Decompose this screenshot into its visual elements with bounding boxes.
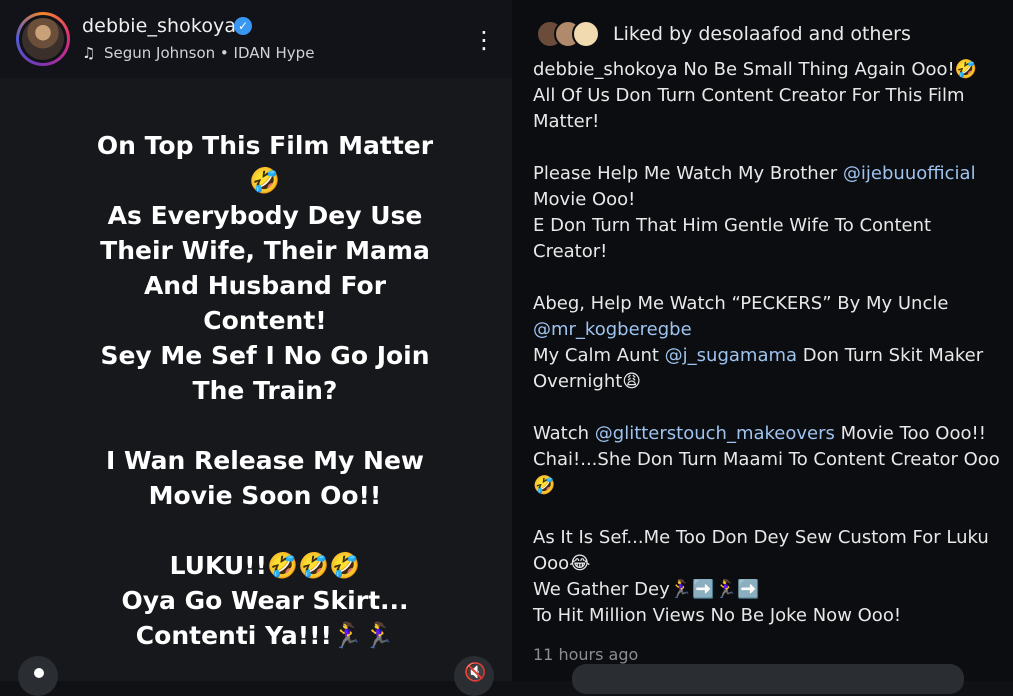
liked-by-text[interactable]: Liked by desolaafod and others (613, 23, 911, 45)
post-line-gap (40, 513, 490, 548)
mention-link[interactable]: @j_sugamama (665, 345, 797, 366)
verified-badge-icon: ✓ (234, 17, 252, 35)
caption-line: debbie_shokoya No Be Small Thing Again O… (533, 59, 978, 80)
post-line: I Wan Release My New (105, 446, 425, 475)
caption-line: Ooo😂 (533, 553, 591, 574)
post-line: Their Wife, Their Mama (100, 236, 430, 265)
music-attribution[interactable]: ♫ Segun Johnson • IDAN Hype (82, 44, 314, 62)
post-line: Oya Go Wear Skirt... (121, 586, 409, 615)
music-note-icon: ♫ (82, 44, 96, 62)
caption-line: We Gather Dey🏃‍♀️➡️🏃‍♀️➡️ (533, 579, 760, 600)
comment-input-bar[interactable] (572, 664, 964, 694)
post-line: LUKU!!🤣🤣🤣 (169, 551, 361, 580)
post-line: Movie Soon Oo!! (148, 481, 382, 510)
speaker-muted-icon: 🔇 (464, 662, 487, 683)
mention-link[interactable]: @glitterstouch_makeovers (595, 423, 835, 444)
caption-line: Watch @glitterstouch_makeovers Movie Too… (533, 421, 1003, 447)
caption-gap (533, 265, 1003, 291)
post-line: 🤣 (249, 166, 281, 195)
liker-avatar (572, 20, 600, 48)
caption-line: @mr_kogberegbe (533, 317, 1003, 343)
post-header (0, 0, 512, 78)
caption-gap (533, 499, 1003, 525)
caption-line: To Hit Million Views No Be Joke Now Ooo! (533, 605, 902, 626)
avatar-image (19, 15, 67, 63)
caption-text: My Calm Aunt (533, 345, 665, 366)
caption-line: Creator! (533, 241, 608, 262)
mention-link[interactable]: @ijebuuofficial (843, 163, 976, 184)
person-icon (34, 668, 44, 678)
caption-text: Movie Too Ooo!! (834, 423, 986, 444)
caption-line: Abeg, Help Me Watch “PECKERS” By My Uncl… (533, 293, 949, 314)
post-line: Contenti Ya!!!🏃‍♀️🏃‍♀️ (135, 621, 395, 650)
caption-line: As It Is Sef...Me Too Don Dey Sew Custom… (533, 527, 989, 548)
music-label: Segun Johnson • IDAN Hype (104, 44, 315, 62)
caption-line: Movie Ooo! (533, 189, 636, 210)
post-line: Sey Me Sef I No Go Join (100, 341, 430, 370)
post-line: The Train? (192, 376, 338, 405)
caption-line: Please Help Me Watch My Brother @ijebuuo… (533, 161, 1003, 187)
caption-text: Don Turn Skit Maker (797, 345, 984, 366)
mention-link[interactable]: @mr_kogberegbe (533, 319, 692, 340)
caption-text: Watch (533, 423, 595, 444)
post-line: Content! (203, 306, 327, 335)
post-image-text: On Top This Film Matter 🤣 As Everybody D… (40, 128, 490, 653)
caption-line: All Of Us Don Turn Content Creator For T… (533, 85, 965, 106)
caption-gap (533, 135, 1003, 161)
caption-line: Matter! (533, 111, 600, 132)
post-timestamp: 11 hours ago (533, 645, 639, 664)
username[interactable]: debbie_shokoya (82, 15, 236, 37)
caption-line: Overnight😩 (533, 371, 642, 392)
caption-line: Chai!...She Don Turn Maami To Content Cr… (533, 449, 1000, 470)
caption-line: 🤣 (533, 475, 556, 496)
caption-line: My Calm Aunt @j_sugamama Don Turn Skit M… (533, 343, 1003, 369)
avatar-photo (22, 18, 64, 60)
post-line: As Everybody Dey Use (107, 201, 423, 230)
caption-gap (533, 395, 1003, 421)
avatar[interactable] (16, 12, 70, 66)
post-line: And Husband For (143, 271, 387, 300)
caption-text: Please Help Me Watch My Brother (533, 163, 843, 184)
post-line-gap (40, 408, 490, 443)
post-caption: debbie_shokoya No Be Small Thing Again O… (533, 57, 1003, 629)
more-vertical-icon[interactable]: ⋮ (472, 24, 496, 56)
caption-line: E Don Turn That Him Gentle Wife To Conte… (533, 215, 932, 236)
post-line: On Top This Film Matter (96, 131, 434, 160)
